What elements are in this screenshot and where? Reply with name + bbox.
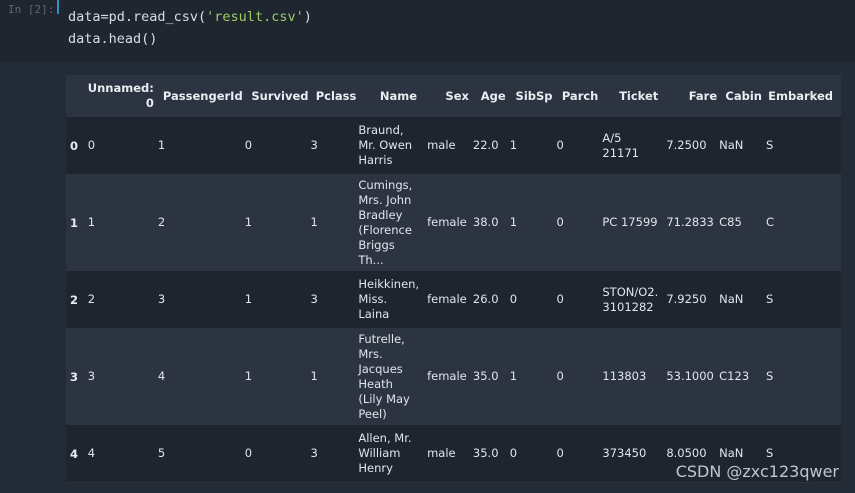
cell-passengerid: 1 (157, 138, 166, 152)
csdn-watermark: CSDN @zxc123qwer (675, 462, 839, 481)
cell-unnamed: 2 (87, 292, 96, 306)
table-row: 3 3 4 1 1 Futrelle, Mrs. Jacques Heath (Lily … (66, 328, 841, 425)
dataframe-output: Unnamed: 0 PassengerId Survived Pclass N… (66, 75, 841, 483)
header-pclass: Pclass (310, 75, 359, 117)
cell-passengerid: 2 (157, 215, 166, 229)
cell-parch: 0 (556, 446, 564, 460)
table-row: 2 2 3 1 3 Heikkinen, Miss. Laina female 26.0 0 0 S… (66, 271, 841, 328)
cell-age: 38.0 (472, 215, 499, 229)
cell-ticket: 113803 (602, 369, 647, 383)
cell-parch: 0 (556, 138, 564, 152)
row-index: 2 (70, 292, 79, 307)
cell-pclass: 1 (310, 369, 318, 383)
cell-unnamed: 3 (87, 369, 96, 383)
cell-age: 35.0 (472, 446, 499, 460)
dataframe-table: Unnamed: 0 PassengerId Survived Pclass N… (66, 75, 841, 482)
cell-pclass: 3 (310, 292, 318, 306)
cell-sex: female (427, 369, 467, 383)
header-unnamed: Unnamed: 0 (87, 75, 158, 117)
cell-passengerid: 5 (157, 446, 166, 460)
code-line1-string: 'result.csv' (206, 9, 304, 25)
cell-sex: male (427, 138, 456, 152)
cell-passengerid: 4 (157, 369, 166, 383)
row-index: 1 (70, 215, 79, 230)
cell-ticket: 373450 (602, 446, 647, 460)
cell-embarked: C (765, 215, 775, 229)
cell-sibsp: 1 (509, 215, 518, 229)
cell-unnamed: 4 (87, 446, 96, 460)
code-line2: data.head() (68, 31, 158, 47)
cell-survived: 0 (244, 138, 253, 152)
cell-parch: 0 (556, 215, 564, 229)
cell-unnamed: 1 (87, 215, 96, 229)
cell-ticket: A/5 21171 (602, 130, 639, 160)
cell-sibsp: 0 (509, 446, 518, 460)
cell-survived: 1 (244, 215, 253, 229)
cell-fare: 7.2500 (666, 138, 707, 152)
cell-passengerid: 3 (157, 292, 166, 306)
cell-pclass: 1 (310, 215, 318, 229)
table-row: 1 1 2 1 1 Cumings, Mrs. John Bradley (Florenc… (66, 174, 841, 271)
cell-fare: 53.1000 (666, 369, 714, 383)
cell-pclass: 3 (310, 446, 318, 460)
cell-parch: 0 (556, 292, 564, 306)
header-sex: Sex (427, 75, 473, 117)
cell-name: Heikkinen, Miss. Laina (358, 277, 420, 321)
cell-unnamed: 0 (87, 138, 96, 152)
cell-embarked: S (765, 369, 774, 383)
header-parch: Parch (556, 75, 603, 117)
header-ticket: Ticket (602, 75, 667, 117)
row-index: 0 (70, 138, 79, 153)
code-editor[interactable]: data=pd.read_csv('result.csv') data.head… (68, 6, 312, 50)
header-survived: Survived (244, 75, 311, 117)
cell-survived: 0 (244, 446, 253, 460)
cell-survived: 1 (244, 292, 253, 306)
active-cell-indicator (57, 0, 59, 14)
cell-sibsp: 1 (509, 369, 518, 383)
input-cell[interactable]: In [2]: data=pd.read_csv('result.csv') d… (0, 0, 855, 62)
header-index (66, 75, 88, 117)
header-embarked: Embarked (765, 75, 841, 117)
table-row: 0 0 1 0 3 Braund, Mr. Owen Harris male 22.0 1 0 A/… (66, 117, 841, 174)
row-index: 4 (70, 446, 79, 461)
cell-parch: 0 (556, 369, 564, 383)
cell-age: 35.0 (472, 369, 499, 383)
cell-cabin: C123 (719, 369, 750, 383)
header-fare: Fare (666, 75, 720, 117)
row-index: 3 (70, 369, 79, 384)
cell-sibsp: 0 (509, 292, 518, 306)
cell-fare: 71.2833 (666, 215, 714, 229)
cell-sex: male (427, 446, 456, 460)
cell-name: Cumings, Mrs. John Bradley (Florence Bri… (358, 177, 413, 267)
cell-cabin: C85 (719, 215, 742, 229)
cell-ticket: STON/O2. 3101282 (602, 284, 659, 314)
cell-ticket: PC 17599 (602, 215, 658, 229)
header-cabin: Cabin (719, 75, 766, 117)
header-age: Age (472, 75, 510, 117)
cell-sex: female (427, 292, 467, 306)
cell-cabin: NaN (719, 138, 744, 152)
cell-name: Braund, Mr. Owen Harris (358, 123, 413, 167)
cell-prompt: In [2]: (8, 3, 55, 16)
header-row: Unnamed: 0 PassengerId Survived Pclass N… (66, 75, 841, 117)
code-line1-suffix: ) (303, 9, 312, 25)
cell-sibsp: 1 (509, 138, 518, 152)
header-sibsp: SibSp (509, 75, 557, 117)
cell-embarked: S (765, 292, 774, 306)
cell-fare: 7.9250 (666, 292, 707, 306)
cell-age: 22.0 (472, 138, 499, 152)
code-line1-prefix: data=pd.read_csv( (68, 9, 207, 25)
cell-survived: 1 (244, 369, 253, 383)
cell-pclass: 3 (310, 138, 318, 152)
cell-embarked: S (765, 138, 774, 152)
cell-sex: female (427, 215, 467, 229)
header-name: Name (358, 75, 428, 117)
cell-age: 26.0 (472, 292, 499, 306)
cell-cabin: NaN (719, 292, 744, 306)
cell-name: Futrelle, Mrs. Jacques Heath (Lily May P… (358, 331, 410, 421)
header-passengerid: PassengerId (157, 75, 245, 117)
cell-name: Allen, Mr. William Henry (358, 431, 412, 475)
